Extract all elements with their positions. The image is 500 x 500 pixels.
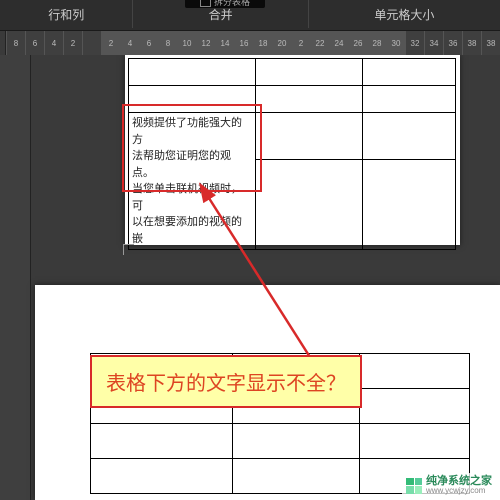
ruler-tick: 20: [272, 31, 291, 56]
table-cell[interactable]: [360, 389, 470, 424]
table-cell[interactable]: [363, 160, 456, 250]
split-table-label: 拆分表格: [214, 0, 250, 8]
cell-size-group[interactable]: 单元格大小: [309, 0, 500, 30]
ruler-tick: 6: [139, 31, 158, 56]
table-cell[interactable]: [256, 113, 363, 160]
table-cell[interactable]: [363, 113, 456, 160]
table-row[interactable]: [91, 424, 470, 459]
rows-columns-group[interactable]: 行和列: [0, 0, 132, 30]
rows-columns-label: 行和列: [48, 6, 84, 23]
table-cell[interactable]: [363, 86, 456, 113]
ruler-tick: 8: [158, 31, 177, 56]
page-corner-marker: [123, 244, 134, 255]
cell-text-line: 当您单击联机视频时，可: [132, 183, 242, 212]
annotation-text: 表格下方的文字显示不全？: [106, 373, 346, 395]
ruler-tick: 6: [25, 31, 44, 56]
cell-text-line: 法帮助您证明您的观点。: [132, 150, 231, 179]
ruler-tick: 38: [462, 31, 481, 56]
horizontal-ruler[interactable]: 8642246810121416182022224262830323436383…: [6, 31, 500, 56]
split-table-button[interactable]: 拆分表格: [185, 0, 265, 8]
ruler-tick: 4: [44, 31, 63, 56]
table-cell[interactable]: [256, 59, 363, 86]
table-row[interactable]: [129, 86, 456, 113]
table-cell[interactable]: [91, 424, 233, 459]
table-cell[interactable]: [256, 160, 363, 250]
ruler-tick: 18: [253, 31, 272, 56]
watermark-logo-icon: [406, 478, 422, 494]
table-cell[interactable]: [360, 354, 470, 389]
cell-size-label: 单元格大小: [374, 6, 434, 23]
cell-text-line: 以在想要添加的视频的嵌: [132, 216, 242, 245]
ruler-tick: 24: [329, 31, 348, 56]
table-cell[interactable]: [91, 459, 233, 494]
table-cell[interactable]: [129, 86, 256, 113]
table-1[interactable]: 视频提供了功能强大的方 法帮助您证明您的观点。 当您单击联机视频时，可 以在想要…: [128, 58, 456, 250]
ruler-tick: 34: [424, 31, 443, 56]
table-cell[interactable]: [256, 86, 363, 113]
ruler-tick: 2: [291, 31, 310, 56]
annotation-callout: 表格下方的文字显示不全？: [90, 355, 362, 408]
watermark: 纯净系统之家 www.ycwjzy.com: [402, 473, 496, 498]
watermark-url: www.ycwjzy.com: [426, 487, 492, 496]
table-cell[interactable]: [233, 424, 360, 459]
ruler-tick: 22: [310, 31, 329, 56]
table-tools-toolbar: 拆分表格 行和列 合并 单元格大小: [0, 0, 500, 31]
document-page-1[interactable]: 视频提供了功能强大的方 法帮助您证明您的观点。 当您单击联机视频时，可 以在想要…: [125, 55, 460, 245]
merge-label: 合并: [209, 6, 233, 23]
ruler-tick: 32: [405, 31, 424, 56]
table-cell[interactable]: [363, 59, 456, 86]
ruler-tick: 14: [215, 31, 234, 56]
ruler-tick: 2: [63, 31, 82, 56]
ruler-tick: 28: [367, 31, 386, 56]
ruler-tick: 4: [120, 31, 139, 56]
table-cell[interactable]: [233, 459, 360, 494]
document-workspace: 视频提供了功能强大的方 法帮助您证明您的观点。 当您单击联机视频时，可 以在想要…: [0, 55, 500, 500]
horizontal-ruler-area: 8642246810121416182022224262830323436383…: [0, 31, 500, 56]
ruler-tick: 26: [348, 31, 367, 56]
cell-text-line: 视频提供了功能强大的方: [132, 117, 242, 146]
ruler-tick: 16: [234, 31, 253, 56]
ruler-tick: 8: [6, 31, 25, 56]
ruler-tick: 10: [177, 31, 196, 56]
ruler-tick: 2: [101, 31, 120, 56]
table-row[interactable]: [129, 59, 456, 86]
ruler-tick: [82, 31, 101, 56]
ruler-tick: 12: [196, 31, 215, 56]
vertical-ruler[interactable]: [0, 55, 31, 500]
table-cell-with-text[interactable]: 视频提供了功能强大的方 法帮助您证明您的观点。 当您单击联机视频时，可 以在想要…: [129, 113, 256, 250]
table-cell[interactable]: [360, 424, 470, 459]
ruler-tick: 30: [386, 31, 405, 56]
page-area: 视频提供了功能强大的方 法帮助您证明您的观点。 当您单击联机视频时，可 以在想要…: [35, 55, 490, 500]
table-cell[interactable]: [129, 59, 256, 86]
ruler-tick: 36: [443, 31, 462, 56]
ruler-tick: 38: [481, 31, 500, 56]
table-row[interactable]: 视频提供了功能强大的方 法帮助您证明您的观点。 当您单击联机视频时，可 以在想要…: [129, 113, 456, 160]
